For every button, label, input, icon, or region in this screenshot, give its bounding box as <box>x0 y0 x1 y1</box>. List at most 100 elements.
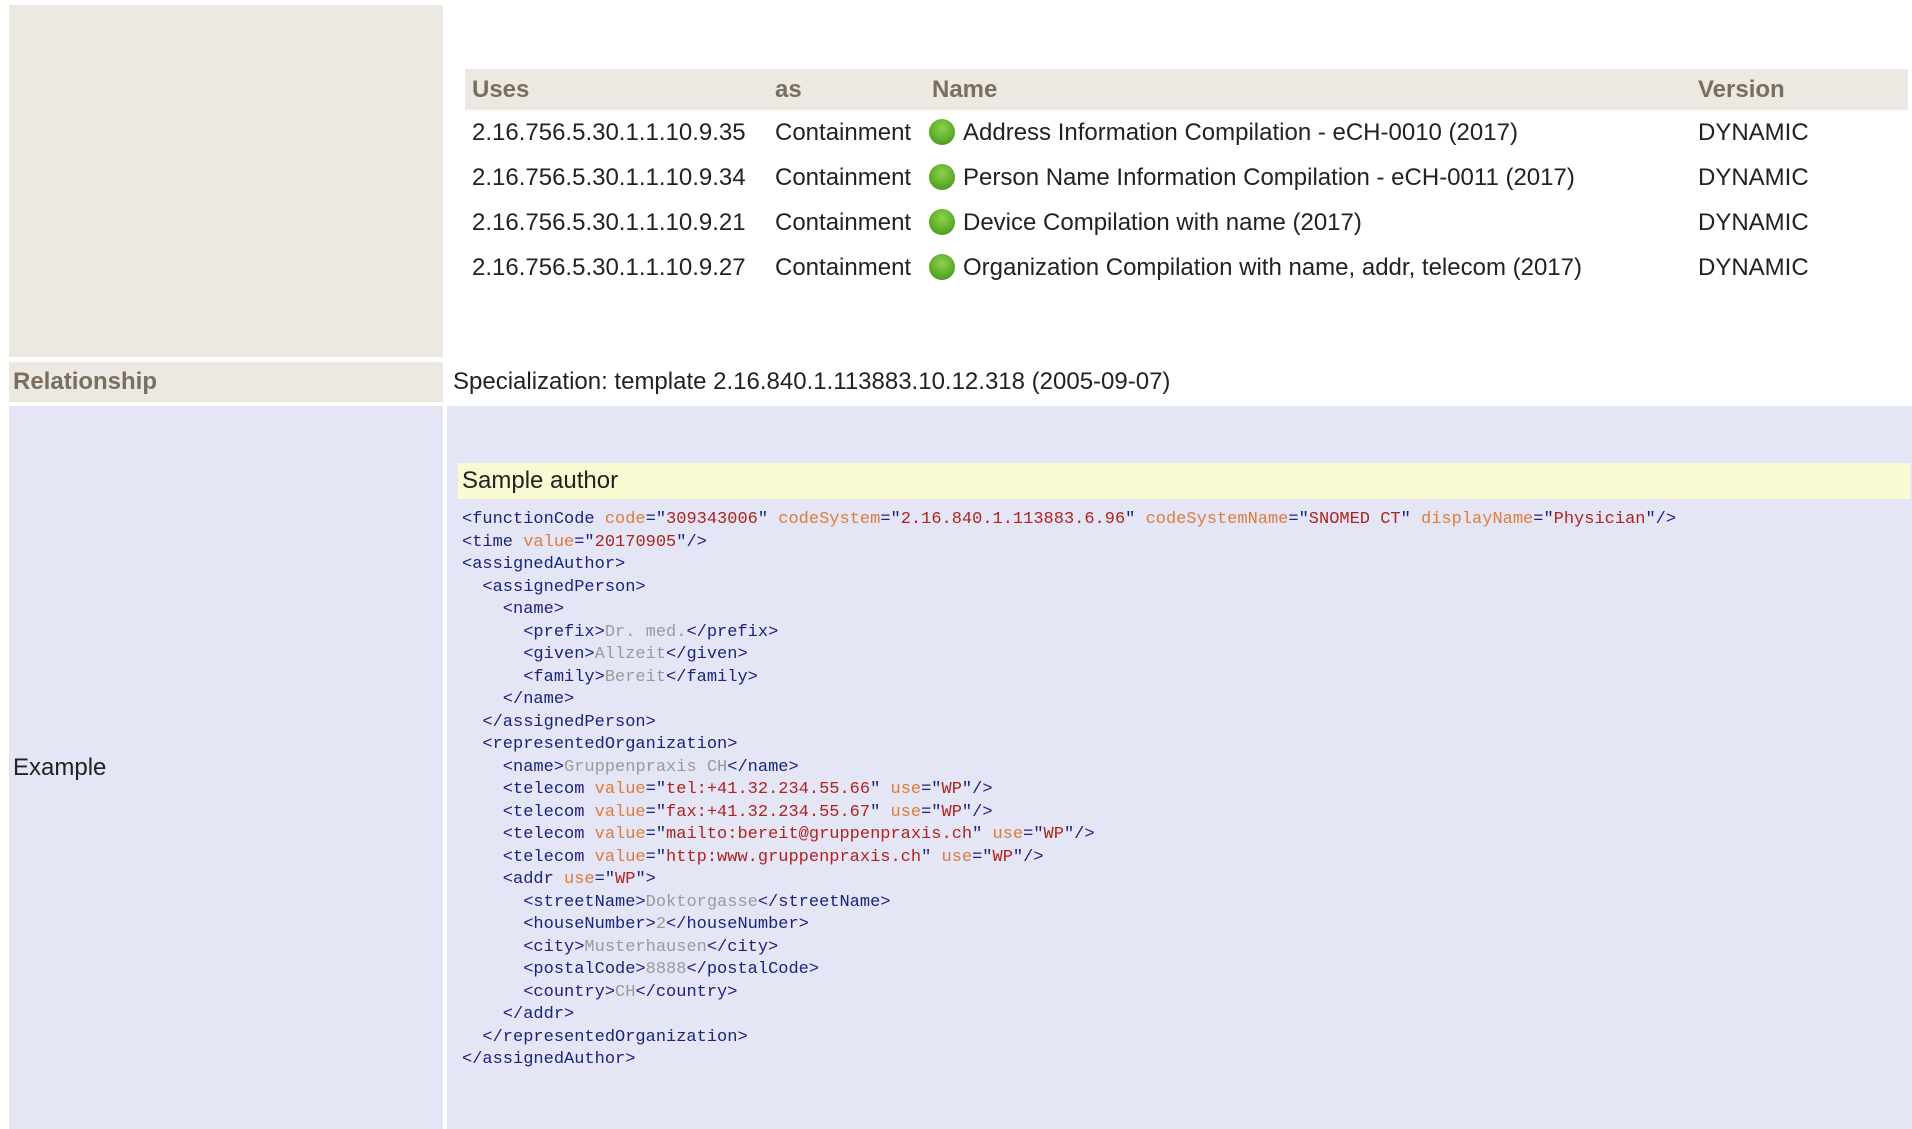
xml-tag-token: "/> <box>961 780 993 799</box>
xml-value-token: WP <box>941 780 962 799</box>
code-line: </assignedAuthor> <box>462 1050 635 1069</box>
xml-attribute-token: use <box>941 847 973 867</box>
xml-value-token: http:www.gruppenpraxis.ch <box>666 847 922 867</box>
relationship-row: Relationship Specialization: template 2.… <box>9 362 1912 402</box>
template-name-link[interactable]: Device Compilation with name (2017) <box>963 209 1362 236</box>
xml-tag-token: <assignedAuthor> <box>462 555 626 574</box>
xml-tag-token: " <box>921 847 942 867</box>
code-line: <prefix>Dr. med.</prefix> <box>462 623 778 642</box>
code-line: <name> <box>462 600 564 619</box>
xml-tag-token: =" <box>1023 825 1044 844</box>
code-line: <postalCode>8888</postalCode> <box>462 960 819 979</box>
xml-tag-token: <given> <box>462 645 595 664</box>
xml-tag-token: </family> <box>666 667 758 687</box>
xml-attribute-token: value <box>594 847 646 867</box>
table-row: 2.16.756.5.30.1.1.10.9.21 Containment De… <box>465 200 1908 245</box>
xml-tag-token: =" <box>574 532 595 552</box>
xml-tag-token: </country> <box>635 982 738 1002</box>
template-name-cell: Address Information Compilation - eCH-00… <box>925 110 1691 155</box>
xml-tag-token: <functionCode <box>462 510 605 529</box>
xml-value-token: WP <box>992 847 1013 867</box>
xml-value-token: SNOMED CT <box>1308 510 1401 529</box>
xml-value-token: WP <box>615 870 636 889</box>
xml-tag-token: </houseNumber> <box>666 915 809 934</box>
xml-text-token: Bereit <box>604 667 667 687</box>
xml-tag-token: =" <box>1288 510 1309 529</box>
xml-tag-token: <postalCode> <box>462 960 646 979</box>
example-row: Example Sample author <functionCode code… <box>9 406 1912 1129</box>
xml-attribute-token: use <box>890 802 922 822</box>
template-name-link[interactable]: Organization Compilation with name, addr… <box>963 254 1582 281</box>
template-version: DYNAMIC <box>1698 118 1809 146</box>
xml-attribute-token: value <box>594 802 646 822</box>
template-name-link[interactable]: Address Information Compilation - eCH-00… <box>963 119 1518 146</box>
active-status-dot-icon <box>929 164 955 191</box>
sample-title: Sample author <box>458 463 1910 499</box>
xml-tag-token: <addr <box>462 870 565 889</box>
uses-table: Uses as Name Version 2.16.756.5.30.1.1.1… <box>465 69 1908 290</box>
code-line: </addr> <box>462 1005 574 1024</box>
template-name-link[interactable]: Person Name Information Compilation - eC… <box>963 164 1575 191</box>
xml-attribute-token: use <box>564 870 595 889</box>
template-oid: 2.16.756.5.30.1.1.10.9.21 <box>472 208 746 236</box>
active-status-dot-icon <box>929 119 955 146</box>
xml-value-token: WP <box>1043 825 1064 844</box>
xml-tag-token: <assignedPerson> <box>462 577 646 597</box>
xml-tag-token: "/> <box>1645 510 1677 529</box>
xml-tag-token: </city> <box>706 937 779 957</box>
xml-attribute-token: codeSystemName <box>1145 510 1289 529</box>
template-name-cell: Device Compilation with name (2017) <box>925 200 1691 245</box>
xml-tag-token: <telecom <box>462 825 595 844</box>
code-line: <assignedPerson> <box>462 577 646 597</box>
relation-type: Containment <box>775 253 912 281</box>
xml-tag-token: " <box>757 510 779 529</box>
xml-text-token: CH <box>615 982 636 1002</box>
xml-tag-token: " <box>870 780 891 799</box>
xml-tag-token: <telecom <box>462 802 595 822</box>
relation-type: Containment <box>775 208 912 236</box>
xml-tag-token: =" <box>880 510 901 529</box>
xml-tag-token: <name> <box>462 600 565 619</box>
xml-tag-token: "> <box>635 870 656 889</box>
code-line: <assignedAuthor> <box>462 555 625 574</box>
xml-text-token: 8888 <box>645 960 687 979</box>
code-line: <addr use="WP"> <box>462 870 656 889</box>
code-line: <city>Musterhausen</city> <box>462 938 778 957</box>
column-header-uses: Uses <box>465 69 768 110</box>
template-oid: 2.16.756.5.30.1.1.10.9.35 <box>472 118 746 146</box>
uses-label-cell <box>9 5 443 357</box>
xml-text-token: Dr. med. <box>604 622 687 642</box>
xml-tag-token: </representedOrganization> <box>462 1027 748 1047</box>
xml-text-token: Doktorgasse <box>645 892 758 912</box>
xml-tag-token: <family> <box>462 667 605 687</box>
relation-type: Containment <box>775 118 912 146</box>
xml-tag-token: "/> <box>676 532 707 552</box>
xml-tag-token: </assignedAuthor> <box>462 1050 636 1069</box>
xml-tag-token: </postalCode> <box>686 960 820 979</box>
template-version: DYNAMIC <box>1698 253 1809 281</box>
xml-tag-token: <streetName> <box>462 892 646 912</box>
xml-tag-token: <telecom <box>462 780 595 799</box>
example-label: Example <box>13 753 107 781</box>
xml-tag-token: <time <box>462 532 524 552</box>
column-header-version: Version <box>1691 69 1908 110</box>
xml-value-token: WP <box>941 802 962 822</box>
xml-tag-token: =" <box>645 825 667 844</box>
uses-row: Uses as Name Version 2.16.756.5.30.1.1.1… <box>9 5 1912 357</box>
code-line: <telecom value="http:www.gruppenpraxis.c… <box>462 848 1044 867</box>
xml-tag-token: </name> <box>462 690 575 709</box>
xml-tag-token: " <box>870 802 891 822</box>
xml-attribute-token: value <box>594 825 646 844</box>
xml-tag-token: " <box>972 825 993 844</box>
code-line: <streetName>Doktorgasse</streetName> <box>462 893 890 912</box>
xml-value-token: tel:+41.32.234.55.66 <box>666 780 871 799</box>
xml-value-token: mailto:bereit@gruppenpraxis.ch <box>666 825 973 844</box>
code-line: <representedOrganization> <box>462 735 737 754</box>
xml-attribute-token: code <box>604 510 646 529</box>
xml-tag-token: <telecom <box>462 847 595 867</box>
column-header-name: Name <box>925 69 1691 110</box>
code-line: <family>Bereit</family> <box>462 668 758 687</box>
column-header-as: as <box>768 69 925 110</box>
xml-value-token: 309343006 <box>666 510 758 529</box>
relationship-label: Relationship <box>9 362 443 402</box>
